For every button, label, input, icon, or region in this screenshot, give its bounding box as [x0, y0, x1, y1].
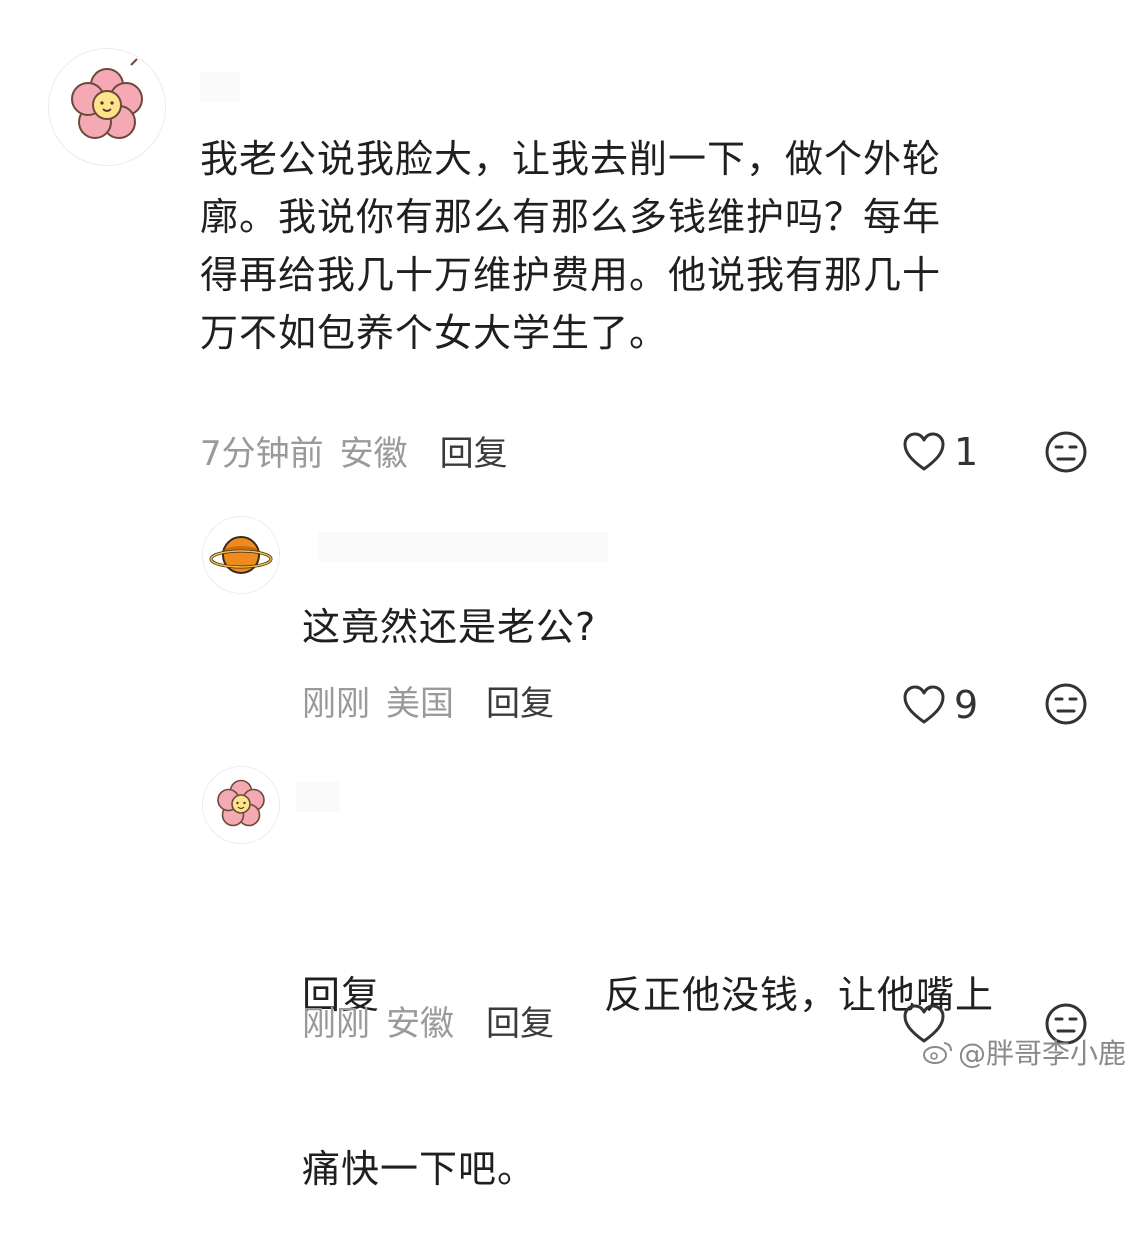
comment-line-2: 痛快一下吧。: [302, 1147, 537, 1191]
reply-button[interactable]: 回复: [440, 426, 508, 475]
like-count: 9: [954, 683, 979, 727]
like-button[interactable]: 1: [902, 430, 978, 474]
comment-time: 刚刚: [302, 683, 370, 724]
comment-meta: 7分钟前 安徽 回复: [200, 426, 508, 475]
avatar[interactable]: [48, 48, 166, 166]
watermark: @胖哥李小鹿: [922, 1032, 1126, 1072]
comment-location: 安徽: [339, 433, 408, 474]
meh-face-icon: [1045, 683, 1087, 725]
reply-button[interactable]: 回复: [486, 996, 554, 1045]
avatar[interactable]: [202, 766, 280, 844]
username[interactable]: [200, 72, 240, 102]
watermark-text: @胖哥李小鹿: [957, 1037, 1126, 1070]
username[interactable]: [296, 782, 340, 812]
comment-location: 安徽: [386, 1003, 454, 1044]
heart-icon: [903, 432, 945, 471]
like-count: 1: [954, 430, 979, 474]
flower-icon: [71, 58, 143, 139]
meh-face-icon: [1045, 431, 1087, 473]
comment-meta: 刚刚 安徽 回复: [302, 996, 554, 1045]
avatar[interactable]: [202, 516, 280, 594]
dislike-button[interactable]: [1044, 682, 1088, 730]
comment-text: 这竟然还是老公?: [302, 605, 597, 649]
heart-icon: [903, 685, 945, 724]
like-button[interactable]: 9: [902, 683, 978, 727]
comment-text: 我老公说我脸大，让我去削一下，做个外轮 廓。我说你有那么有那么多钱维护吗？每年 …: [200, 137, 942, 355]
comment-location: 美国: [386, 683, 454, 724]
weibo-logo-icon: [922, 1042, 952, 1064]
flower-icon: [217, 779, 265, 827]
comment-time: 刚刚: [302, 1003, 370, 1044]
comment-meta: 刚刚 美国 回复: [302, 676, 554, 725]
comment-time: 7分钟前: [200, 433, 324, 474]
dislike-button[interactable]: [1044, 430, 1088, 478]
reply-button[interactable]: 回复: [486, 676, 554, 725]
planet-icon: [209, 536, 273, 574]
username[interactable]: [318, 532, 608, 562]
